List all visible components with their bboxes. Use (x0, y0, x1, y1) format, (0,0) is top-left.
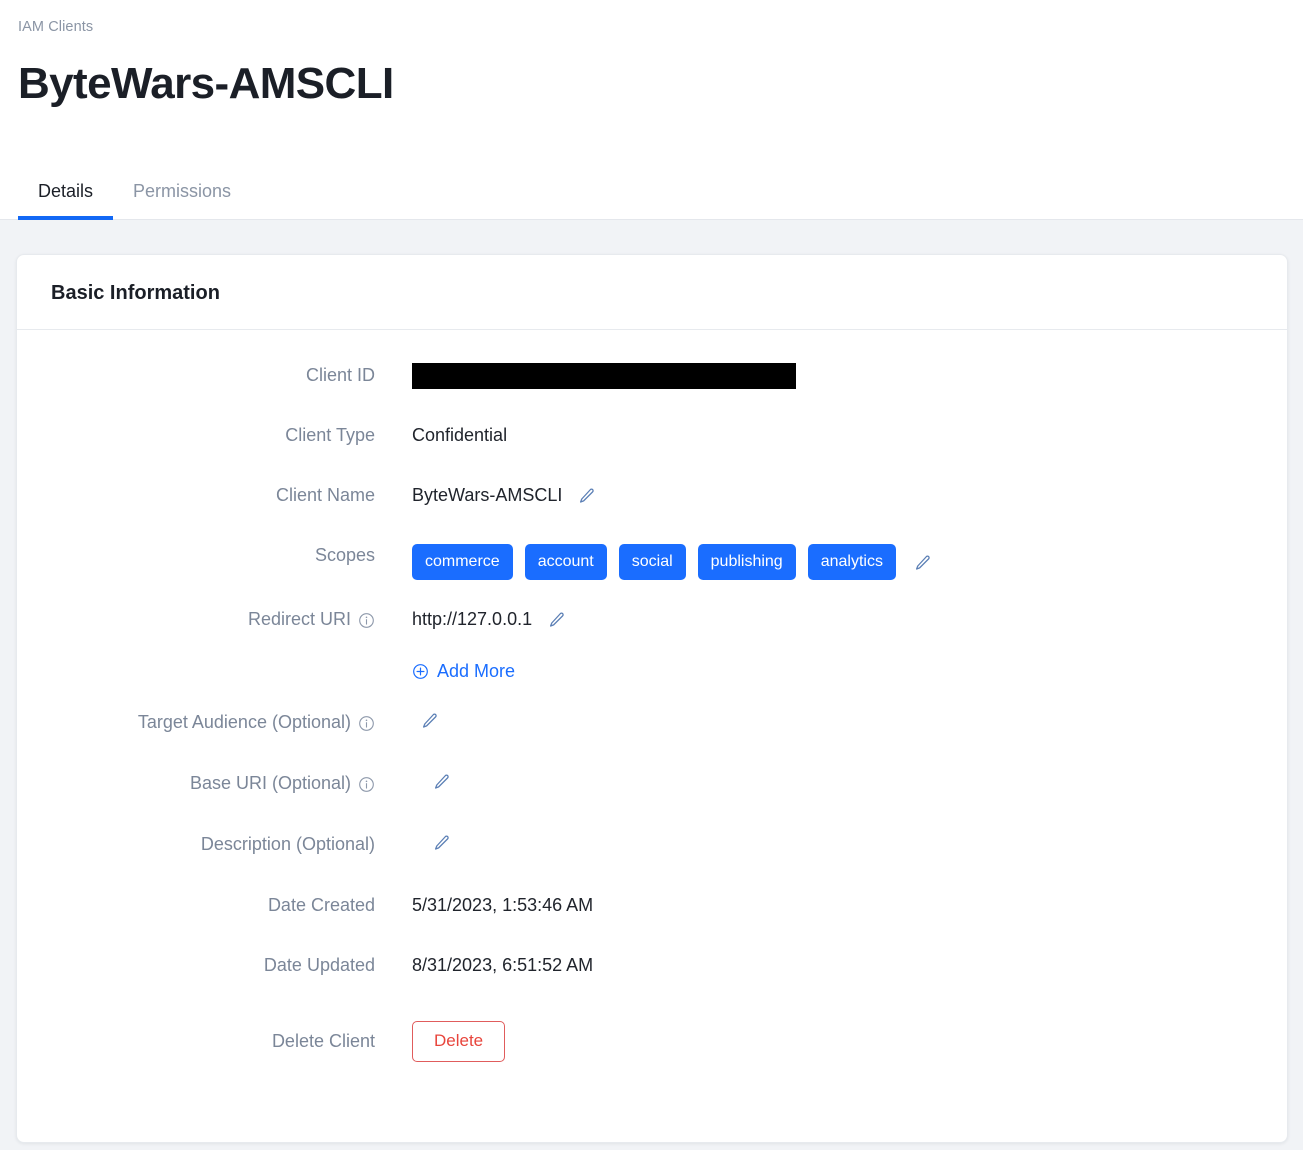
delete-client-button[interactable]: Delete (412, 1020, 506, 1062)
field-row-client-id: Client ID (17, 360, 1287, 420)
basic-information-card: Basic Information Client ID Client Type … (16, 254, 1288, 1143)
field-row-base-uri: Base URI (Optional) (17, 768, 1287, 829)
field-label-delete-client: Delete Client (271, 1031, 375, 1051)
field-value-target-audience (375, 707, 439, 729)
plus-circle-icon (412, 663, 429, 680)
field-row-date-updated: Date Updated 8/31/2023, 6:51:52 AM (17, 950, 1287, 1010)
tab-permissions[interactable]: Permissions (113, 180, 251, 219)
card-body: Client ID Client Type Confidential Clien… (17, 330, 1287, 1072)
add-more-label: Add More (437, 661, 516, 681)
scope-badge[interactable]: analytics (807, 544, 896, 580)
redirect-uri-text: http://127.0.0.1 (412, 609, 533, 629)
edit-client-name-pencil-icon[interactable] (578, 487, 596, 505)
base-uri-label-text: Base URI (Optional) (189, 773, 351, 793)
field-value-date-created: 5/31/2023, 1:53:46 AM (412, 895, 594, 915)
scope-badge[interactable]: social (618, 544, 686, 580)
scope-badge-list: commerce account social publishing analy… (412, 544, 932, 580)
field-row-delete-client: Delete Client Delete (17, 1010, 1287, 1072)
field-value-description (375, 829, 451, 851)
field-row-redirect-uri: Redirect URI http://127.0.0.1 (17, 604, 1287, 656)
field-value-redirect-uri: http://127.0.0.1 (375, 604, 566, 630)
field-value-client-id (375, 360, 796, 389)
field-label-client-name: Client Name (275, 485, 375, 505)
card-title: Basic Information (51, 282, 220, 304)
target-audience-info-icon[interactable] (358, 715, 375, 732)
edit-scopes-pencil-icon[interactable] (914, 554, 932, 572)
iam-client-detail-page: IAM Clients ByteWars-AMSCLI Details Perm… (0, 0, 1303, 1150)
edit-base-uri-pencil-icon[interactable] (433, 773, 451, 791)
page-header: IAM Clients ByteWars-AMSCLI Details Perm… (0, 0, 1303, 220)
edit-redirect-uri-pencil-icon[interactable] (548, 611, 566, 629)
field-value-delete-client: Delete (375, 1020, 506, 1062)
field-label-scopes: Scopes (314, 545, 375, 565)
add-more-redirect-uri-button[interactable]: Add More (412, 660, 515, 682)
field-label-client-type: Client Type (285, 425, 375, 445)
field-row-date-created: Date Created 5/31/2023, 1:53:46 AM (17, 890, 1287, 950)
field-label-target-audience: Target Audience (Optional) (17, 707, 375, 733)
scope-badge[interactable]: account (524, 544, 607, 580)
edit-target-audience-pencil-icon[interactable] (421, 712, 439, 730)
field-value-client-type: Confidential (412, 425, 508, 445)
field-row-client-name: Client Name ByteWars-AMSCLI (17, 480, 1287, 540)
field-label-date-created: Date Created (267, 895, 375, 915)
field-label-date-updated: Date Updated (263, 955, 375, 975)
card-header: Basic Information (17, 255, 1287, 330)
field-value-add-more: Add More (375, 656, 515, 682)
field-row-scopes: Scopes commerce account social publishin… (17, 540, 1287, 604)
field-value-scopes: commerce account social publishing analy… (375, 540, 932, 580)
scope-badge[interactable]: commerce (412, 544, 513, 580)
field-row-client-type: Client Type Confidential (17, 420, 1287, 480)
scope-badge[interactable]: publishing (697, 544, 796, 580)
breadcrumb[interactable]: IAM Clients (18, 18, 1285, 36)
field-label-redirect-uri: Redirect URI (17, 604, 375, 630)
base-uri-info-icon[interactable] (358, 776, 375, 793)
redirect-uri-label-text: Redirect URI (247, 609, 351, 629)
field-value-client-name: ByteWars-AMSCLI (375, 480, 596, 506)
tab-bar: Details Permissions (0, 164, 1303, 220)
page-title: ByteWars-AMSCLI (18, 59, 394, 108)
field-value-base-uri (375, 768, 451, 790)
field-row-description: Description (Optional) (17, 829, 1287, 890)
field-label-client-id: Client ID (305, 365, 375, 385)
field-label-add-more-spacer (17, 656, 375, 660)
edit-description-pencil-icon[interactable] (433, 834, 451, 852)
tab-details[interactable]: Details (18, 180, 114, 220)
client-name-text: ByteWars-AMSCLI (412, 485, 563, 505)
field-row-add-more: Add More (17, 656, 1287, 707)
redirect-uri-info-icon[interactable] (358, 612, 375, 629)
field-label-description: Description (Optional) (200, 834, 375, 854)
field-value-date-updated: 8/31/2023, 6:51:52 AM (412, 955, 594, 975)
field-label-base-uri: Base URI (Optional) (17, 768, 375, 794)
target-audience-label-text: Target Audience (Optional) (137, 712, 351, 732)
redacted-client-id-bar (412, 363, 796, 389)
field-row-target-audience: Target Audience (Optional) (17, 707, 1287, 768)
